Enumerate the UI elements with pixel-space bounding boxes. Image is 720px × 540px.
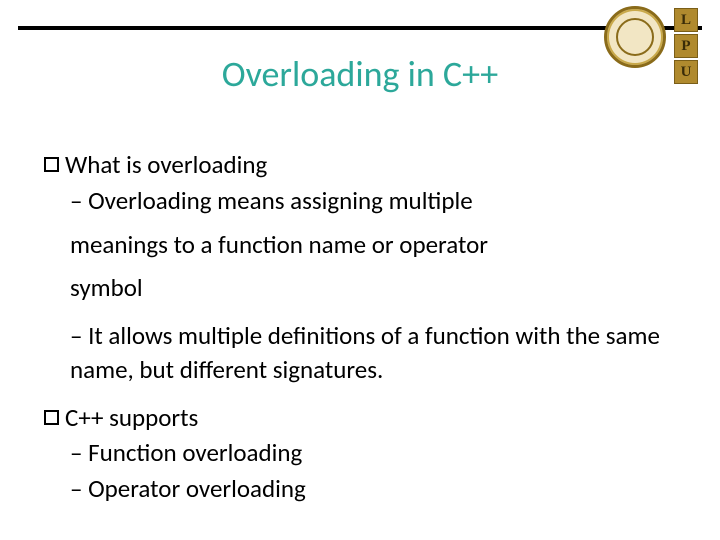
sub-item-cont: symbol xyxy=(70,271,672,305)
header-rule xyxy=(18,26,702,30)
bullet-item: C++ supports xyxy=(44,401,672,435)
slide-title: Overloading in C++ xyxy=(0,52,720,96)
slide: L P U Overloading in C++ What is overloa… xyxy=(0,0,720,540)
sub-item: – It allows multiple definitions of a fu… xyxy=(70,319,672,387)
sub-item: – Function overloading xyxy=(70,436,672,470)
square-bullet-icon xyxy=(44,410,59,425)
bullet-label: C++ supports xyxy=(65,401,198,435)
square-bullet-icon xyxy=(44,157,59,172)
bullet-item: What is overloading xyxy=(44,148,672,182)
sub-item: – Operator overloading xyxy=(70,472,672,506)
slide-body: What is overloading – Overloading means … xyxy=(44,148,672,510)
sub-item-cont: meanings to a function name or operator xyxy=(70,228,672,262)
lpu-letter: L xyxy=(674,8,698,32)
bullet-label: What is overloading xyxy=(65,148,267,182)
sub-item: – Overloading means assigning multiple xyxy=(70,184,672,218)
